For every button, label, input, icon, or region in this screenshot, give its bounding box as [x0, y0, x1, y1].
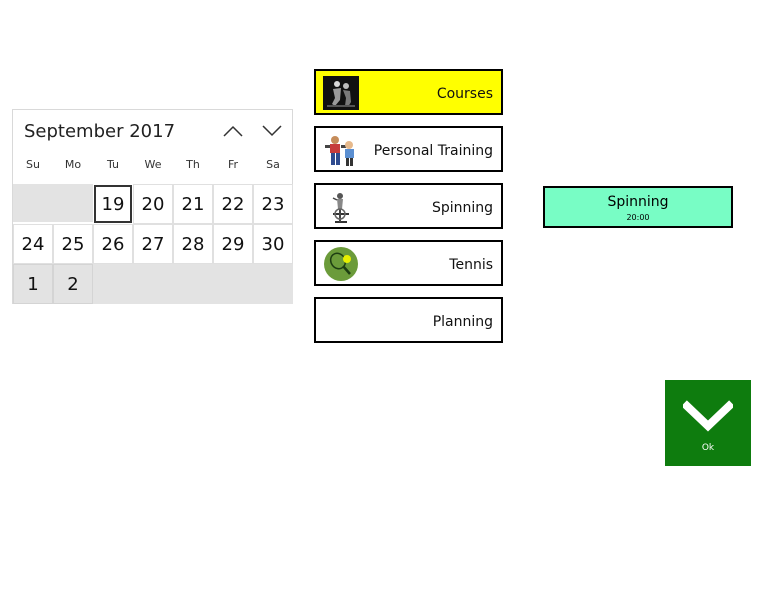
weekday-header: Su Mo Tu We Th Fr Sa: [13, 158, 292, 178]
personal-training-button[interactable]: Personal Training: [314, 126, 503, 172]
day-cell[interactable]: 28: [173, 224, 213, 264]
day-cell[interactable]: 25: [53, 224, 93, 264]
day-cell[interactable]: 20: [133, 184, 173, 224]
weekday-label: Su: [26, 158, 40, 171]
next-month-button[interactable]: [259, 120, 285, 142]
day-cell[interactable]: 24: [13, 224, 53, 264]
chevron-up-icon: [223, 125, 243, 137]
empty-day-cell: [13, 184, 93, 222]
day-cell-next-month[interactable]: 1: [13, 264, 53, 304]
personal-training-label: Personal Training: [373, 143, 493, 159]
calendar: September 2017 Su Mo Tu We Th Fr Sa 19 2…: [12, 109, 293, 304]
day-cell[interactable]: 30: [253, 224, 293, 264]
ok-button[interactable]: Ok: [665, 380, 751, 466]
spinning-bike-thumbnail-icon: [323, 190, 359, 224]
tennis-label: Tennis: [449, 257, 493, 273]
day-cell[interactable]: 21: [173, 184, 213, 224]
event-title: Spinning: [607, 194, 669, 210]
courses-button[interactable]: Courses: [314, 69, 503, 115]
personal-training-thumbnail-icon: [323, 133, 359, 167]
calendar-day-grid: 19 20 21 22 23 24 25 26 27 28 29 30 1 2: [13, 184, 293, 304]
weekday-label: Tu: [106, 158, 120, 171]
courses-label: Courses: [436, 86, 493, 102]
chevron-down-icon: [262, 125, 282, 137]
planning-label: Planning: [432, 314, 493, 330]
tennis-thumbnail-icon: [323, 247, 359, 281]
day-cell[interactable]: 27: [133, 224, 173, 264]
day-cell[interactable]: 22: [213, 184, 253, 224]
empty-day-cell: [93, 264, 293, 304]
weekday-label: Fr: [227, 158, 239, 171]
day-cell[interactable]: 26: [93, 224, 133, 264]
day-cell-next-month[interactable]: 2: [53, 264, 93, 304]
tennis-button[interactable]: Tennis: [314, 240, 503, 286]
spinning-label: Spinning: [431, 200, 493, 216]
day-cell[interactable]: 23: [253, 184, 293, 224]
calendar-header: September 2017: [13, 110, 292, 154]
spinning-event-card[interactable]: Spinning 20:00: [543, 186, 733, 228]
spinning-button[interactable]: Spinning: [314, 183, 503, 229]
courses-thumbnail-icon: [323, 76, 359, 110]
weekday-label: Sa: [266, 158, 280, 171]
weekday-label: Mo: [64, 158, 82, 171]
day-cell[interactable]: 29: [213, 224, 253, 264]
event-time: 20:00: [626, 213, 650, 222]
checkmark-chevron-down-icon: [683, 400, 733, 432]
previous-month-button[interactable]: [220, 120, 246, 142]
weekday-label: Th: [186, 158, 200, 171]
ok-label: Ok: [701, 443, 715, 453]
weekday-label: We: [144, 158, 162, 171]
calendar-month-title[interactable]: September 2017: [24, 121, 175, 142]
day-cell-today[interactable]: 19: [94, 185, 132, 223]
planning-button[interactable]: Planning: [314, 297, 503, 343]
